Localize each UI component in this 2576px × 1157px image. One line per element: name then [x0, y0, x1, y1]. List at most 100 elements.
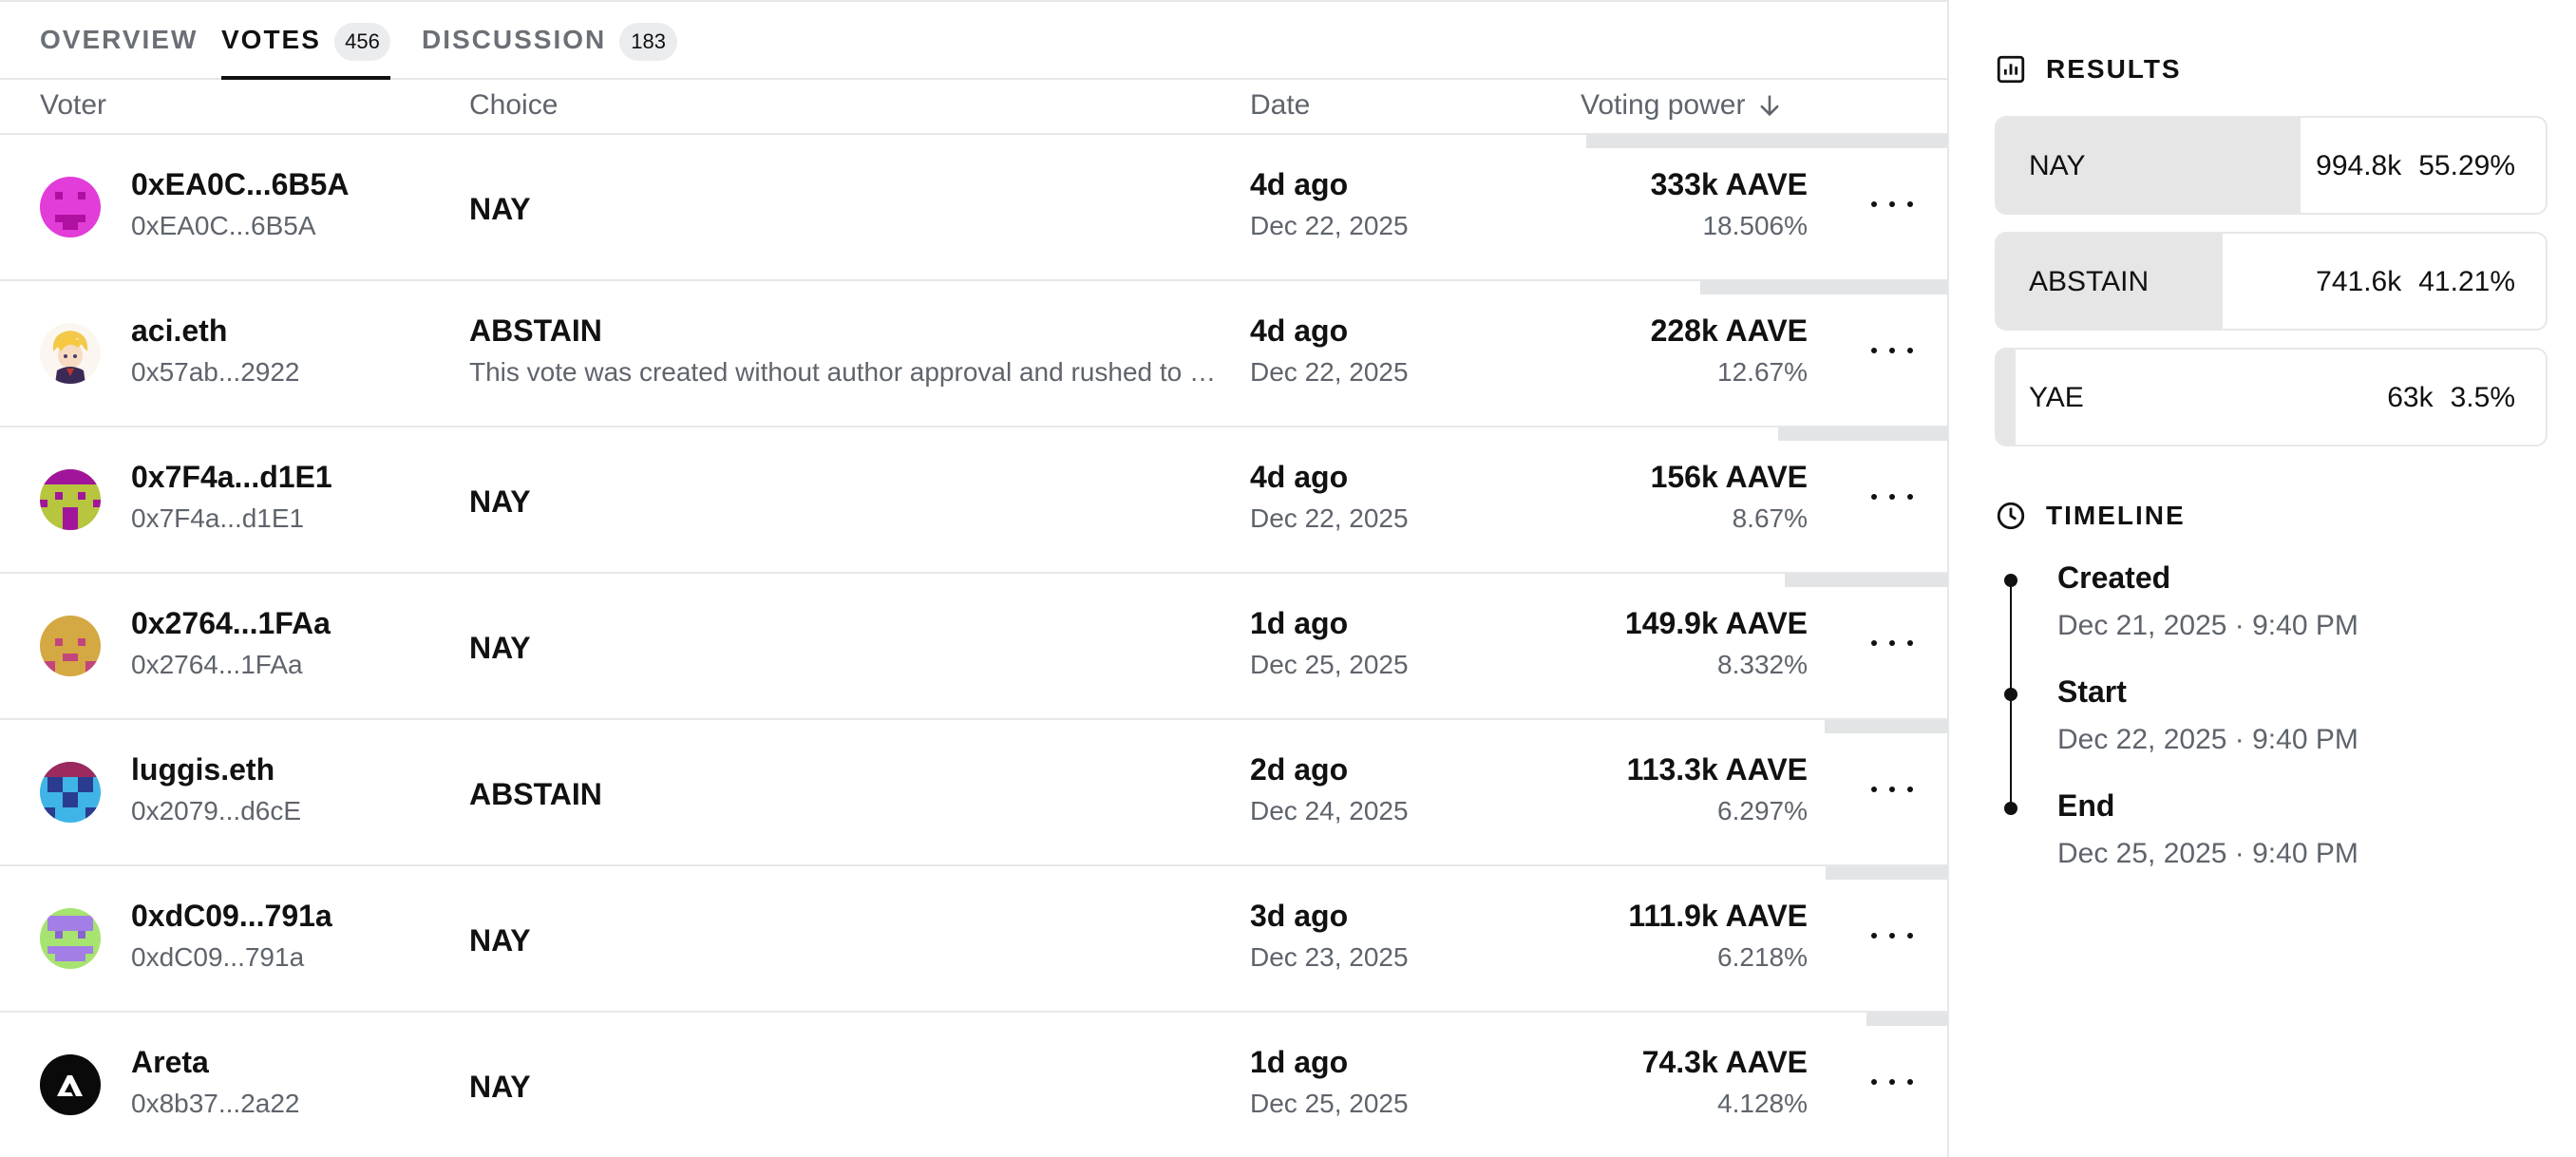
column-header-choice: Choice: [469, 89, 559, 121]
tab-discussion-label: DISCUSSION: [422, 25, 607, 54]
more-options-button[interactable]: [1871, 629, 1913, 657]
voter-name[interactable]: 0xdC09...791a: [131, 899, 332, 934]
table-row: 0x7F4a...d1E1 0x7F4a...d1E1 NAY 4d ago D…: [0, 427, 1947, 574]
vote-date-relative: 4d ago: [1250, 460, 1349, 494]
voting-power-bar: [1586, 135, 1947, 148]
voting-power-bar: [1778, 427, 1947, 441]
voting-power-percent: 4.128%: [1717, 1089, 1808, 1118]
more-options-button[interactable]: [1871, 921, 1913, 950]
table-row: 0xEA0C...6B5A 0xEA0C...6B5A NAY 4d ago D…: [0, 135, 1947, 281]
timeline-item-date: Dec 22, 2025 · 9:40 PM: [2057, 724, 2358, 755]
voter-address: 0xEA0C...6B5A: [131, 211, 316, 240]
votes-table-body: 0xEA0C...6B5A 0xEA0C...6B5A NAY 4d ago D…: [0, 135, 1947, 1157]
avatar[interactable]: [40, 1054, 101, 1115]
table-row: luggis.eth 0x2079...d6cE ABSTAIN 2d ago …: [0, 720, 1947, 866]
voting-power-bar: [1825, 720, 1947, 733]
table-row: 0x2764...1FAa 0x2764...1FAa NAY 1d ago D…: [0, 574, 1947, 720]
result-votes: 741.6k: [2316, 266, 2402, 297]
vote-date-relative: 1d ago: [1250, 606, 1349, 640]
timeline-dot: [2004, 802, 2017, 815]
voting-power-percent: 8.67%: [1732, 503, 1808, 533]
tab-bar: OVERVIEW VOTES 456 DISCUSSION 183: [0, 2, 1947, 80]
results-heading: RESULTS: [1995, 53, 2182, 85]
vote-date-relative: 1d ago: [1250, 1045, 1349, 1079]
timeline-item-label: Created: [2057, 560, 2171, 595]
vote-date: Dec 22, 2025: [1250, 211, 1409, 240]
vote-choice: ABSTAIN: [469, 313, 602, 348]
vote-date: Dec 24, 2025: [1250, 796, 1409, 825]
voter-name[interactable]: 0x7F4a...d1E1: [131, 460, 332, 495]
vote-date-relative: 4d ago: [1250, 167, 1349, 201]
result-votes: 994.8k: [2316, 150, 2402, 181]
voter-address: 0x8b37...2a22: [131, 1089, 300, 1118]
vote-reason: This vote was created without author app…: [469, 357, 1220, 387]
tab-overview-label: OVERVIEW: [40, 25, 199, 54]
result-option-yae: YAE 63k 3.5%: [1995, 348, 2548, 446]
table-row: 0xdC09...791a 0xdC09...791a NAY 3d ago D…: [0, 866, 1947, 1013]
column-header-date: Date: [1250, 89, 1311, 121]
vote-choice: NAY: [469, 923, 531, 958]
votes-table-header: Voter Choice Date Voting power: [0, 80, 1947, 135]
voter-name[interactable]: 0x2764...1FAa: [131, 606, 331, 641]
panel-divider: [1947, 0, 1949, 1157]
voter-address: 0x2079...d6cE: [131, 796, 302, 825]
timeline-item-date: Dec 21, 2025 · 9:40 PM: [2057, 610, 2358, 641]
avatar[interactable]: [40, 762, 101, 823]
tab-discussion[interactable]: DISCUSSION 183: [422, 23, 677, 80]
voter-name[interactable]: aci.eth: [131, 313, 227, 349]
avatar[interactable]: [40, 908, 101, 969]
result-label: ABSTAIN: [2029, 266, 2150, 297]
voter-name[interactable]: 0xEA0C...6B5A: [131, 167, 349, 202]
avatar[interactable]: [40, 323, 101, 384]
more-options-button[interactable]: [1871, 483, 1913, 511]
voter-name[interactable]: Areta: [131, 1045, 209, 1080]
vote-choice: NAY: [469, 631, 531, 665]
avatar[interactable]: [40, 469, 101, 530]
voting-power-percent: 18.506%: [1702, 211, 1808, 240]
voting-power-percent: 8.332%: [1717, 650, 1808, 679]
column-header-voting-power[interactable]: Voting power: [1581, 89, 1783, 122]
timeline-item-date: Dec 25, 2025 · 9:40 PM: [2057, 838, 2358, 869]
more-options-button[interactable]: [1871, 775, 1913, 804]
voter-address: 0xdC09...791a: [131, 942, 305, 972]
vote-date-relative: 3d ago: [1250, 899, 1349, 933]
table-row: Areta 0x8b37...2a22 NAY 1d ago Dec 25, 2…: [0, 1013, 1947, 1157]
tab-overview[interactable]: OVERVIEW: [40, 25, 198, 80]
column-header-voter: Voter: [40, 89, 107, 121]
table-row: aci.eth 0x57ab...2922 ABSTAIN This vote …: [0, 281, 1947, 427]
vote-date-relative: 2d ago: [1250, 752, 1349, 787]
voting-power-percent: 6.297%: [1717, 796, 1808, 825]
tab-votes-label: VOTES: [221, 25, 321, 54]
result-percent: 55.29%: [2418, 150, 2515, 181]
voter-address: 0x2764...1FAa: [131, 650, 303, 679]
avatar[interactable]: [40, 177, 101, 237]
clock-icon: [1997, 502, 2025, 530]
more-options-button[interactable]: [1871, 336, 1913, 365]
more-options-button[interactable]: [1871, 190, 1913, 218]
voter-name[interactable]: luggis.eth: [131, 752, 275, 787]
result-label: YAE: [2029, 382, 2084, 413]
voting-power: 149.9k AAVE: [1624, 606, 1808, 640]
timeline-item-label: Start: [2057, 674, 2127, 709]
tab-discussion-count-badge: 183: [619, 23, 677, 61]
avatar[interactable]: [40, 616, 101, 676]
result-percent: 3.5%: [2450, 382, 2515, 413]
voting-power: 228k AAVE: [1650, 313, 1808, 348]
voting-power: 333k AAVE: [1650, 167, 1808, 201]
voting-power-bar: [1826, 866, 1947, 880]
result-option-nay: NAY 994.8k 55.29%: [1995, 116, 2548, 215]
tab-votes-count-badge: 456: [333, 23, 390, 61]
result-votes: 63k: [2387, 382, 2434, 413]
voting-power: 111.9k AAVE: [1628, 899, 1808, 933]
timeline-title: TIMELINE: [2046, 501, 2186, 530]
tab-votes[interactable]: VOTES 456: [221, 23, 390, 80]
vote-date: Dec 25, 2025: [1250, 1089, 1409, 1118]
timeline: Created Dec 21, 2025 · 9:40 PM Start Dec…: [1995, 560, 2548, 883]
more-options-button[interactable]: [1871, 1068, 1913, 1096]
vote-choice: NAY: [469, 1070, 531, 1104]
result-option-abstain: ABSTAIN 741.6k 41.21%: [1995, 232, 2548, 331]
voting-power-percent: 6.218%: [1717, 942, 1808, 972]
voting-power-bar: [1785, 574, 1947, 587]
vote-choice: ABSTAIN: [469, 777, 602, 811]
vote-date: Dec 22, 2025: [1250, 357, 1409, 387]
